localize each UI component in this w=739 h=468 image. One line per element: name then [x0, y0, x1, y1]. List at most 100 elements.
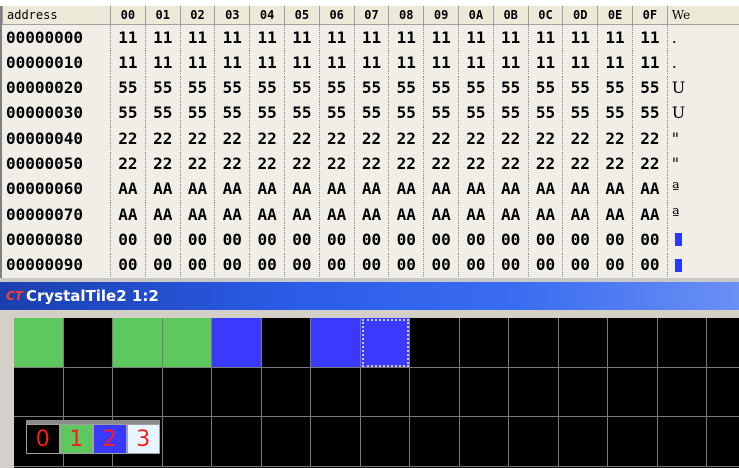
hex-byte-cell[interactable]: 11 [492, 25, 528, 49]
hex-byte-cell[interactable]: 00 [179, 252, 215, 277]
hex-byte-cell[interactable]: 55 [631, 100, 667, 125]
row-text-preview[interactable]: ª [666, 202, 696, 227]
hex-row[interactable]: 00000070 AA AA AA AA AA AA AA AA AA AA AA AA AA AA AA AA… [2, 202, 739, 227]
hex-row[interactable]: 00000000 11 11 11 11 11 11 11 11 11 11 11 11 11 11 11 11… [2, 25, 739, 49]
hex-byte-cell[interactable]: 22 [562, 151, 597, 176]
row-text-preview[interactable]: " [666, 151, 696, 176]
hex-byte-cell[interactable]: 55 [283, 100, 319, 125]
palette-color-0[interactable]: 0 [26, 424, 60, 454]
hex-byte-cell[interactable]: 55 [423, 75, 458, 100]
tile-cell[interactable] [459, 318, 509, 368]
tile-cell[interactable] [14, 318, 64, 368]
hex-byte-cell[interactable]: 22 [562, 126, 597, 151]
hex-byte-cell[interactable]: 00 [353, 227, 389, 252]
hex-byte-cell[interactable]: 11 [492, 50, 528, 75]
hex-byte-cell[interactable]: 55 [562, 100, 597, 125]
hex-byte-cell[interactable]: AA [388, 202, 423, 227]
hex-byte-cell[interactable]: AA [492, 176, 528, 201]
palette-color-1[interactable]: 1 [59, 424, 93, 454]
row-text-preview[interactable]: U [666, 75, 696, 100]
hex-byte-cell[interactable]: 00 [283, 252, 319, 277]
hex-byte-cell[interactable]: AA [353, 202, 389, 227]
tile-cell[interactable] [657, 318, 707, 368]
hex-byte-cell[interactable]: 55 [597, 75, 632, 100]
hex-byte-cell[interactable]: 11 [631, 50, 667, 75]
hex-byte-cell[interactable]: 55 [318, 75, 354, 100]
tile-cell[interactable] [608, 417, 658, 467]
tile-cell[interactable] [410, 318, 460, 368]
tile-cell[interactable] [707, 318, 739, 368]
row-text-preview[interactable]: " [666, 126, 696, 151]
hex-byte-cell[interactable]: 00 [110, 227, 145, 252]
hex-byte-cell[interactable]: 55 [562, 75, 597, 100]
hex-row[interactable]: 00000060 AA AA AA AA AA AA AA AA AA AA AA AA AA AA AA AA… [2, 176, 739, 201]
hex-byte-cell[interactable]: 22 [631, 126, 667, 151]
tile-cell[interactable] [63, 318, 113, 368]
hex-byte-cell[interactable]: 22 [179, 126, 215, 151]
hex-byte-cell[interactable]: 22 [283, 151, 319, 176]
hex-byte-cell[interactable]: 00 [597, 252, 632, 277]
hex-byte-cell[interactable]: AA [527, 202, 563, 227]
hex-byte-cell[interactable]: 55 [597, 100, 632, 125]
row-text-preview[interactable]: U [666, 100, 696, 125]
hex-byte-cell[interactable]: 55 [110, 75, 145, 100]
hex-byte-cell[interactable]: 00 [249, 227, 284, 252]
row-text-preview[interactable]: . [666, 50, 696, 75]
hex-byte-cell[interactable]: 11 [318, 25, 354, 49]
hex-byte-cell[interactable]: AA [353, 176, 389, 201]
tile-cell[interactable] [459, 367, 509, 417]
hex-byte-cell[interactable]: 11 [353, 50, 389, 75]
hex-byte-cell[interactable]: AA [597, 202, 632, 227]
tile-cell[interactable] [657, 367, 707, 417]
hex-byte-cell[interactable]: 55 [214, 75, 249, 100]
hex-byte-cell[interactable]: 55 [283, 75, 319, 100]
tile-cell[interactable] [558, 318, 608, 368]
hex-byte-cell[interactable]: 22 [144, 151, 180, 176]
hex-byte-cell[interactable]: 22 [388, 151, 423, 176]
hex-byte-cell[interactable]: 00 [562, 227, 597, 252]
hex-byte-cell[interactable]: 00 [457, 227, 493, 252]
hex-byte-cell[interactable]: 22 [457, 151, 493, 176]
hex-byte-cell[interactable]: 11 [214, 25, 249, 49]
row-text-preview[interactable]: ª [666, 176, 696, 201]
hex-byte-cell[interactable]: AA [179, 202, 215, 227]
hex-byte-cell[interactable]: 55 [110, 100, 145, 125]
hex-byte-cell[interactable]: AA [457, 176, 493, 201]
hex-byte-cell[interactable]: 00 [527, 227, 563, 252]
hex-byte-cell[interactable]: 11 [144, 25, 180, 49]
tile-cell[interactable] [509, 417, 559, 467]
hex-byte-cell[interactable]: 55 [179, 75, 215, 100]
hex-byte-cell[interactable]: 00 [492, 252, 528, 277]
hex-byte-cell[interactable]: AA [388, 176, 423, 201]
hex-byte-cell[interactable]: 11 [353, 25, 389, 49]
hex-byte-cell[interactable]: AA [527, 176, 563, 201]
hex-row[interactable]: 00000020 55 55 55 55 55 55 55 55 55 55 55 55 55 55 55 55… [2, 75, 739, 100]
tile-cell[interactable] [63, 367, 113, 417]
hex-byte-cell[interactable]: AA [110, 202, 145, 227]
hex-byte-cell[interactable]: AA [318, 176, 354, 201]
hex-byte-cell[interactable]: 22 [423, 126, 458, 151]
hex-byte-cell[interactable]: 00 [388, 252, 423, 277]
hex-byte-cell[interactable]: 11 [423, 50, 458, 75]
hex-editor-panel[interactable]: address 00 01 02 03 04 05 06 07 08 09 0A 0B 0C 0D 0E 0F… [0, 6, 739, 278]
hex-byte-cell[interactable]: AA [562, 176, 597, 201]
hex-byte-cell[interactable]: 55 [249, 100, 284, 125]
hex-byte-cell[interactable]: 00 [423, 227, 458, 252]
tile-cell[interactable] [261, 417, 311, 467]
hex-byte-cell[interactable]: 00 [597, 227, 632, 252]
tile-cell[interactable] [509, 318, 559, 368]
tile-cell[interactable] [410, 367, 460, 417]
hex-byte-cell[interactable]: 22 [179, 151, 215, 176]
hex-byte-cell[interactable]: AA [214, 176, 249, 201]
hex-byte-cell[interactable]: AA [179, 176, 215, 201]
hex-byte-cell[interactable]: 11 [179, 25, 215, 49]
hex-byte-cell[interactable]: 22 [110, 151, 145, 176]
hex-byte-cell[interactable]: 11 [457, 25, 493, 49]
tile-cell[interactable] [162, 417, 212, 467]
tile-cell[interactable] [707, 417, 739, 467]
hex-byte-cell[interactable]: AA [423, 176, 458, 201]
hex-byte-cell[interactable]: 55 [388, 75, 423, 100]
hex-byte-cell[interactable]: 22 [527, 151, 563, 176]
hex-byte-cell[interactable]: 55 [318, 100, 354, 125]
tile-cell[interactable] [212, 367, 262, 417]
